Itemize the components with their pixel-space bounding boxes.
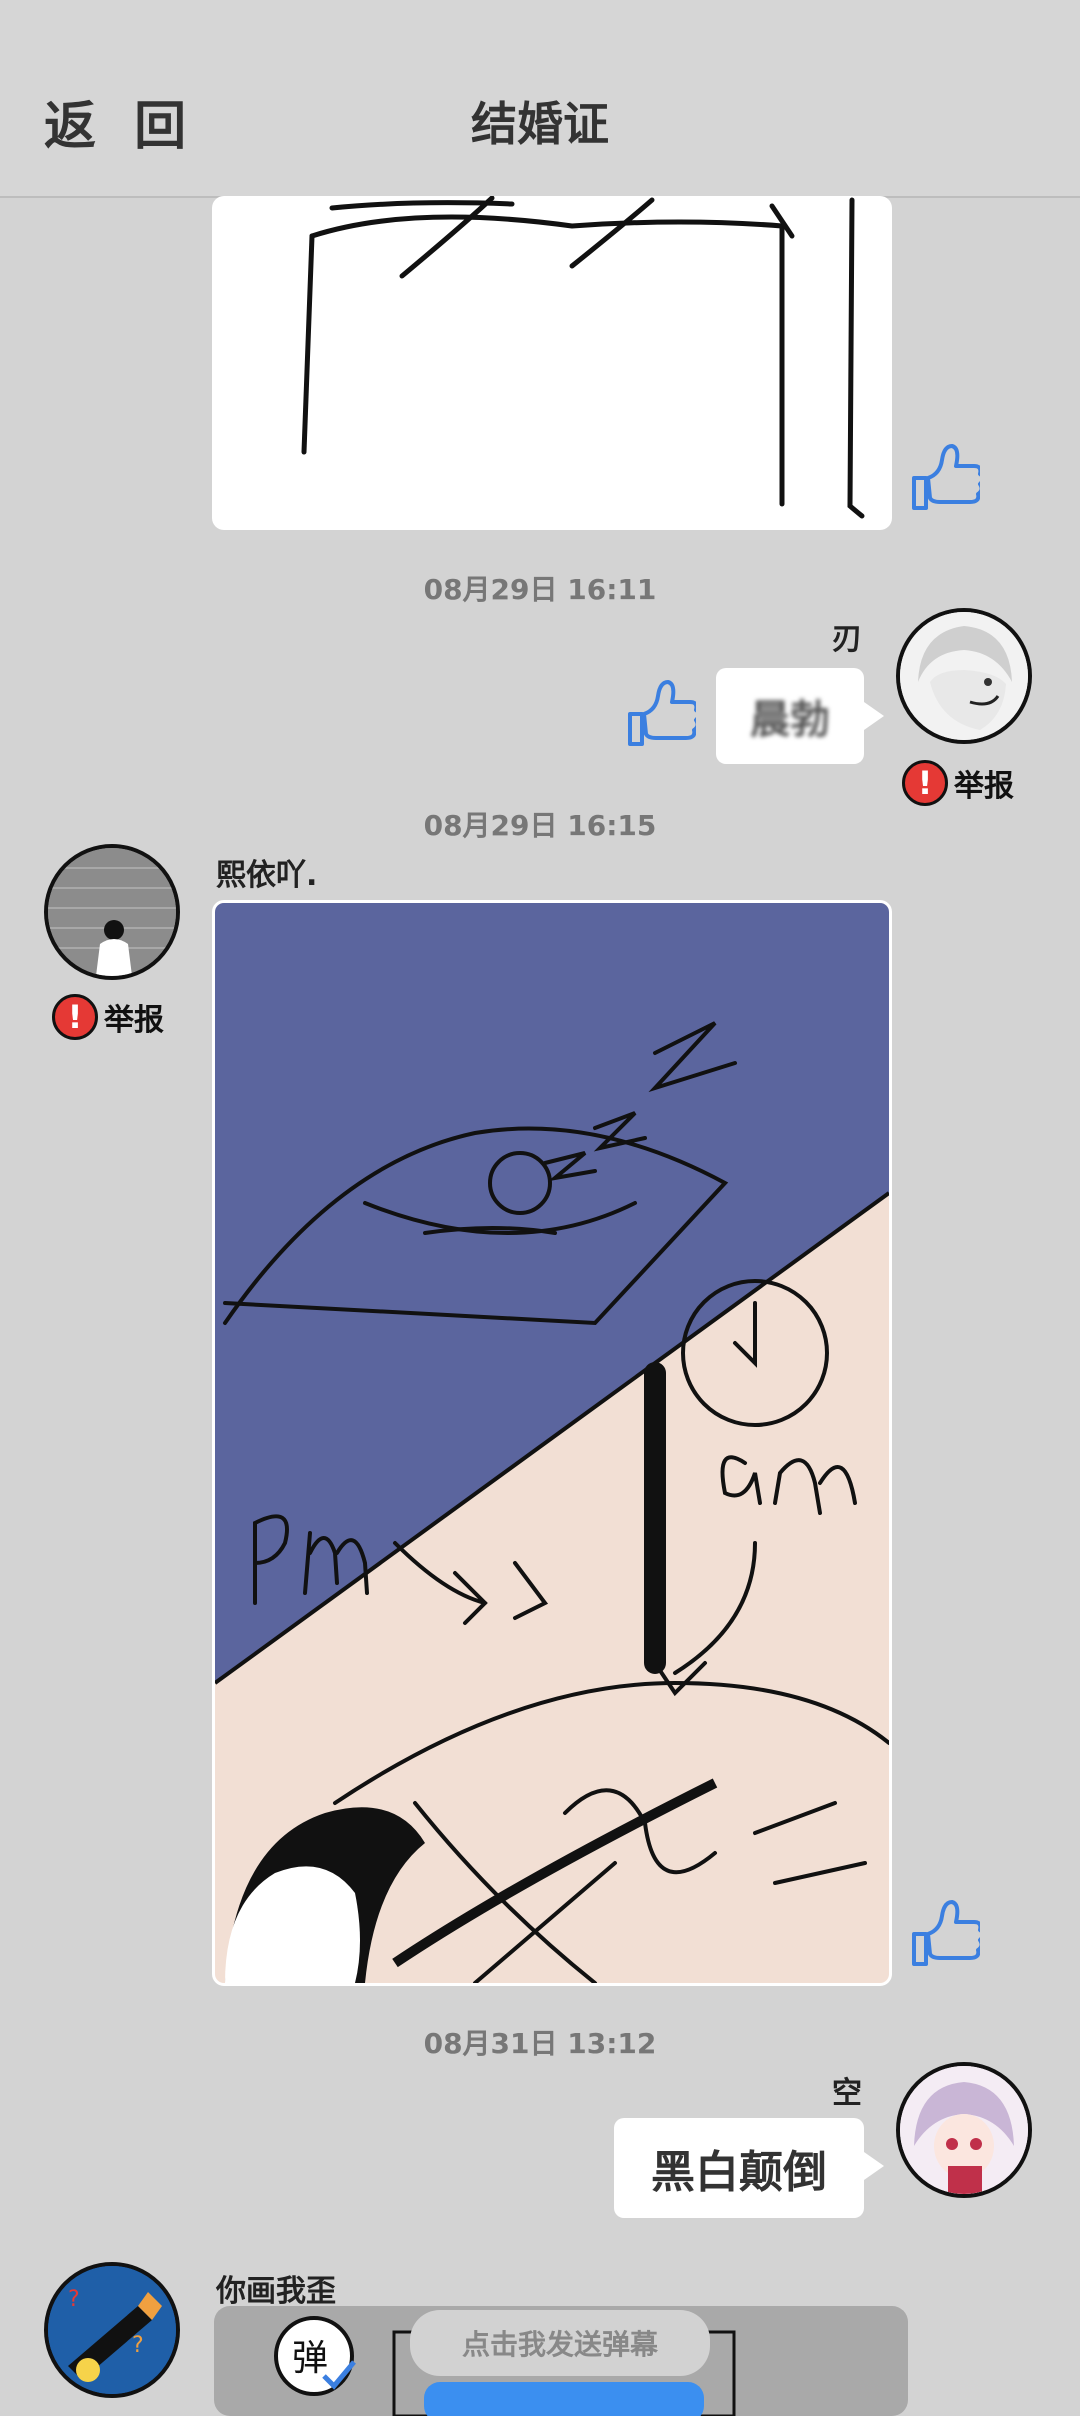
report-button[interactable]: ! 举报: [52, 994, 164, 1040]
svg-text:弹: 弹: [292, 2338, 328, 2379]
send-danmu-button[interactable]: 点击我发送弹幕: [410, 2310, 710, 2376]
avatar-image: [900, 2066, 1028, 2194]
drawing-card-2[interactable]: [212, 900, 892, 1986]
like-icon[interactable]: [908, 440, 980, 520]
username: 刃: [832, 622, 862, 657]
page-title: 结婚证: [471, 97, 609, 151]
avatar[interactable]: [896, 2062, 1032, 2198]
report-button[interactable]: ! 举报: [902, 760, 1014, 806]
username: 熙依吖.: [216, 858, 318, 893]
svg-text:?: ?: [68, 2287, 80, 2312]
like-icon[interactable]: [908, 1896, 980, 1976]
avatar[interactable]: ? ?: [44, 2262, 180, 2398]
report-icon: !: [902, 760, 948, 806]
avatar-image: ? ?: [48, 2266, 176, 2394]
username: 你画我歪: [216, 2274, 336, 2309]
message-bubble[interactable]: 黑白颠倒: [614, 2118, 884, 2218]
day-night-drawing: [215, 903, 889, 1983]
like-icon[interactable]: [624, 676, 696, 756]
report-icon: !: [52, 994, 98, 1040]
username: 空: [832, 2076, 862, 2111]
bed-drawing: [301, 196, 865, 519]
timestamp: 08月29日 16:11: [423, 573, 657, 606]
message-bubble[interactable]: 晨勃: [716, 668, 884, 764]
avatar-image: [900, 612, 1028, 740]
timestamp: 08月31日 13:12: [423, 2027, 657, 2060]
message-text: 黑白颠倒: [651, 2147, 827, 2198]
svg-text:?: ?: [132, 2333, 144, 2358]
message-text: 晨勃: [750, 697, 830, 743]
avatar[interactable]: [896, 608, 1032, 744]
avatar[interactable]: [44, 844, 180, 980]
drawing-card-1[interactable]: [212, 196, 892, 530]
top-bar: 返 回 结婚证: [0, 0, 1080, 198]
avatar-image: [48, 848, 176, 976]
timestamp: 08月29日 16:15: [423, 809, 657, 842]
